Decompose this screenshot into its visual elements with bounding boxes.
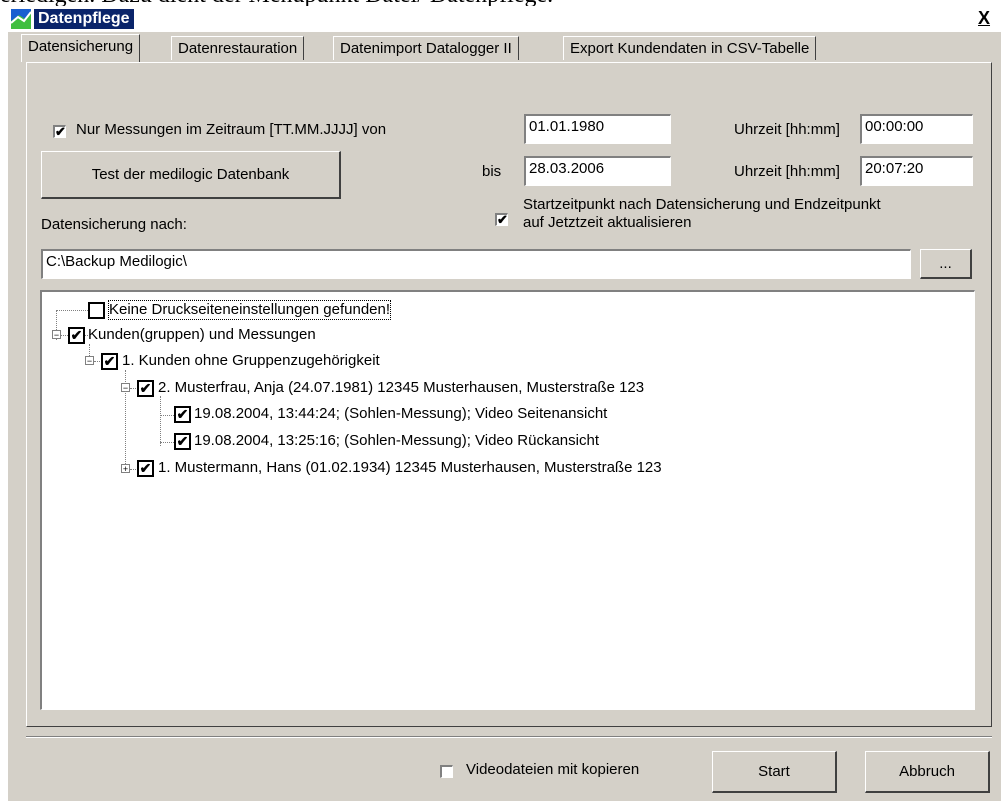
tree-checkbox[interactable]: ✔: [174, 433, 191, 450]
tree-checkbox[interactable]: [88, 302, 105, 319]
data-tree-view[interactable]: Keine Druckseiteneinstellungen gefunden!…: [40, 290, 975, 710]
collapse-icon[interactable]: −: [121, 383, 130, 393]
tab-datenrestauration[interactable]: Datenrestauration: [171, 36, 305, 60]
period-checkbox-label: Nur Messungen im Zeitraum [TT.MM.JJJJ] v…: [76, 121, 387, 138]
cancel-button[interactable]: Abbruch: [865, 751, 990, 793]
update-checkbox-label-line1: Startzeitpunkt nach Datensicherung und E…: [523, 196, 881, 213]
tab-datenimport[interactable]: Datenimport Datalogger II: [333, 36, 519, 60]
tree-item-customer[interactable]: 2. Musterfrau, Anja (24.07.1981) 12345 M…: [158, 379, 644, 397]
tree-item-customer-groups[interactable]: Kunden(gruppen) und Messungen: [88, 326, 316, 344]
collapse-icon[interactable]: −: [52, 330, 61, 340]
tree-checkbox[interactable]: ✔: [174, 406, 191, 423]
expand-icon[interactable]: +: [121, 464, 130, 474]
divider: [26, 736, 992, 738]
to-time-input[interactable]: 20:07:20: [860, 156, 973, 186]
start-button[interactable]: Start: [712, 751, 837, 793]
tree-item-no-group[interactable]: 1. Kunden ohne Gruppenzugehörigkeit: [122, 352, 380, 370]
backup-path-input[interactable]: C:\Backup Medilogic\: [41, 249, 911, 279]
tree-item-measurement[interactable]: 19.08.2004, 13:44:24; (Sohlen-Messung); …: [194, 405, 607, 423]
app-chart-icon: [11, 9, 31, 29]
video-copy-checkbox[interactable]: [440, 765, 453, 778]
datenpflege-dialog: Datenpflege X Datensicherung Datenrestau…: [8, 6, 1001, 801]
period-checkbox[interactable]: ✔: [53, 125, 66, 138]
tab-export-csv[interactable]: Export Kundendaten in CSV-Tabelle: [563, 36, 817, 60]
to-time-label: Uhrzeit [hh:mm]: [734, 163, 840, 180]
tree-checkbox[interactable]: ✔: [137, 380, 154, 397]
from-time-label: Uhrzeit [hh:mm]: [734, 121, 840, 138]
to-date-input[interactable]: 28.03.2006: [524, 156, 671, 186]
browse-button[interactable]: ...: [920, 249, 972, 279]
from-time-input[interactable]: 00:00:00: [860, 114, 973, 144]
test-database-button[interactable]: Test der medilogic Datenbank: [41, 151, 341, 199]
collapse-icon[interactable]: −: [85, 356, 94, 366]
tree-connector: [56, 310, 88, 311]
tree-connector: [160, 396, 161, 446]
tree-checkbox[interactable]: ✔: [137, 460, 154, 477]
update-checkbox[interactable]: ✔: [495, 213, 508, 226]
from-date-input[interactable]: 01.01.1980: [524, 114, 671, 144]
tab-datensicherung[interactable]: Datensicherung: [21, 34, 141, 62]
tree-item-measurement[interactable]: 19.08.2004, 13:25:16; (Sohlen-Messung); …: [194, 432, 599, 450]
tree-checkbox[interactable]: ✔: [68, 327, 85, 344]
tree-checkbox[interactable]: ✔: [101, 353, 118, 370]
close-icon[interactable]: X: [978, 9, 990, 27]
to-label: bis: [482, 163, 502, 180]
title-bar: Datenpflege X: [8, 6, 1001, 32]
backup-path-label: Datensicherung nach:: [41, 216, 187, 233]
tree-item-customer[interactable]: 1. Mustermann, Hans (01.02.1934) 12345 M…: [158, 459, 662, 477]
video-copy-label: Videodateien mit kopieren: [466, 761, 640, 778]
update-checkbox-label-line2: auf Jetztzeit aktualisieren: [523, 214, 692, 231]
tree-item-print-settings[interactable]: Keine Druckseiteneinstellungen gefunden!: [108, 300, 392, 320]
window-title: Datenpflege: [34, 9, 134, 29]
